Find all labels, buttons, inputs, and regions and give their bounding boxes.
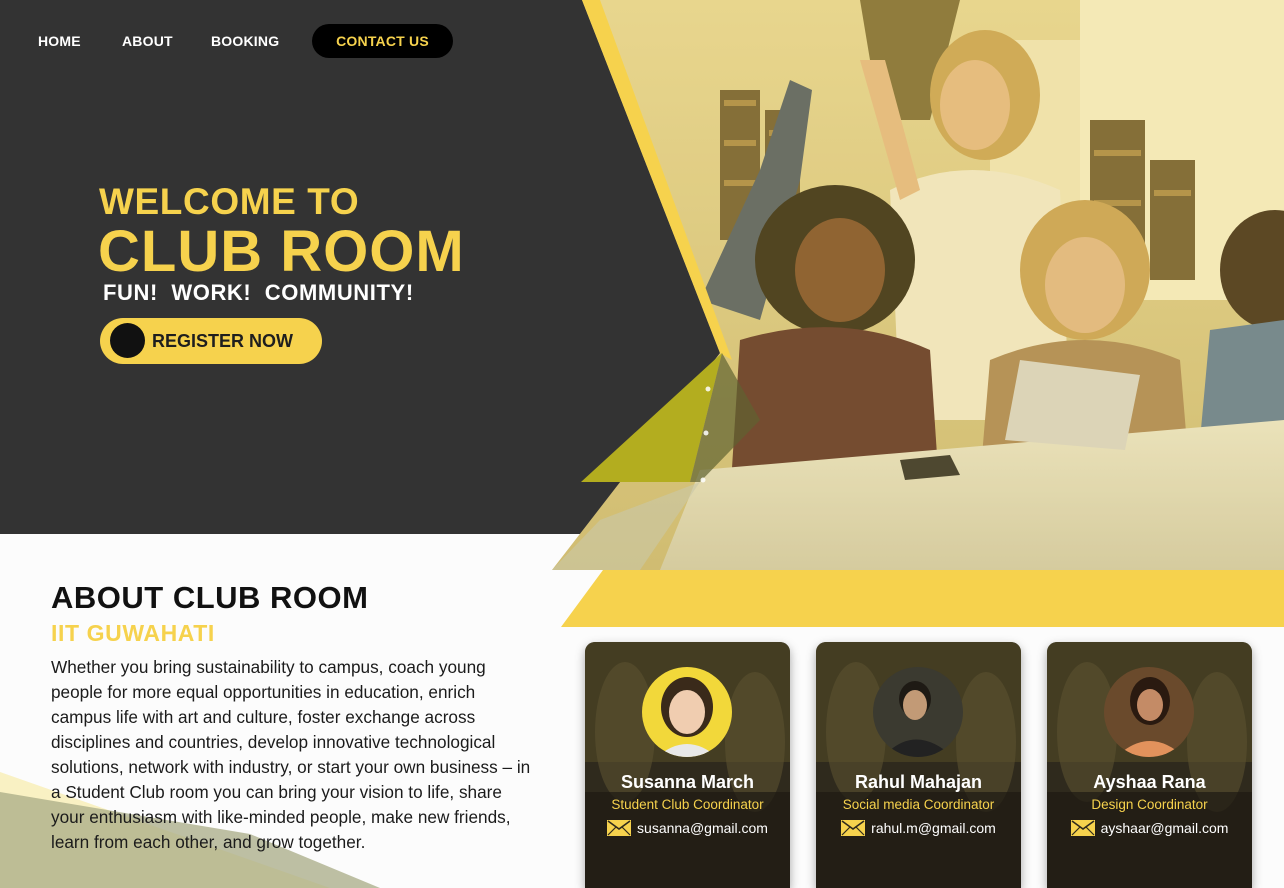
hero-welcome-text: WELCOME TO: [99, 181, 360, 222]
team-card: Ayshaa Rana Design Coordinator ayshaar@g…: [1047, 642, 1252, 888]
about-title: ABOUT CLUB ROOM: [51, 580, 369, 615]
envelope-icon: [1070, 820, 1095, 836]
member-name: Susanna March: [620, 772, 755, 792]
member-email-link[interactable]: rahul.m@gmail.com: [816, 820, 1021, 836]
nav-booking-link[interactable]: BOOKING: [211, 24, 279, 58]
contact-us-button[interactable]: CONTACT US: [312, 24, 453, 58]
envelope-icon: [607, 820, 632, 836]
member-email-link[interactable]: susanna@gmail.com: [585, 820, 790, 836]
hero-tagline: FUN! WORK! COMMUNITY!: [103, 280, 414, 305]
nav-home-link[interactable]: HOME: [38, 24, 81, 58]
member-role: Social media Coordinator: [842, 797, 995, 812]
member-email: rahul.m@gmail.com: [871, 820, 996, 836]
member-role: Design Coordinator: [1091, 797, 1208, 812]
about-subtitle: IIT GUWAHATI: [51, 620, 215, 646]
member-name: Ayshaa Rana: [1093, 772, 1206, 792]
member-role: Student Club Coordinator: [611, 797, 764, 812]
avatar: [873, 667, 963, 757]
register-now-label: REGISTER NOW: [152, 331, 294, 351]
member-email: susanna@gmail.com: [637, 820, 768, 836]
avatar: [1104, 667, 1194, 757]
about-description: Whether you bring sustainability to camp…: [51, 657, 531, 852]
nav-about-link[interactable]: ABOUT: [122, 24, 173, 58]
member-email: ayshaar@gmail.com: [1100, 820, 1229, 836]
register-now-button[interactable]: REGISTER NOW: [100, 318, 322, 364]
team-card: Susanna March Student Club Coordinator s…: [585, 642, 790, 888]
hero-title: CLUB ROOM: [98, 219, 465, 284]
register-dot-icon: [110, 323, 145, 358]
member-name: Rahul Mahajan: [854, 772, 983, 792]
envelope-icon: [841, 820, 866, 836]
member-email-link[interactable]: ayshaar@gmail.com: [1047, 820, 1252, 836]
team-card: Rahul Mahajan Social media Coordinator r…: [816, 642, 1021, 888]
avatar: [642, 667, 732, 757]
